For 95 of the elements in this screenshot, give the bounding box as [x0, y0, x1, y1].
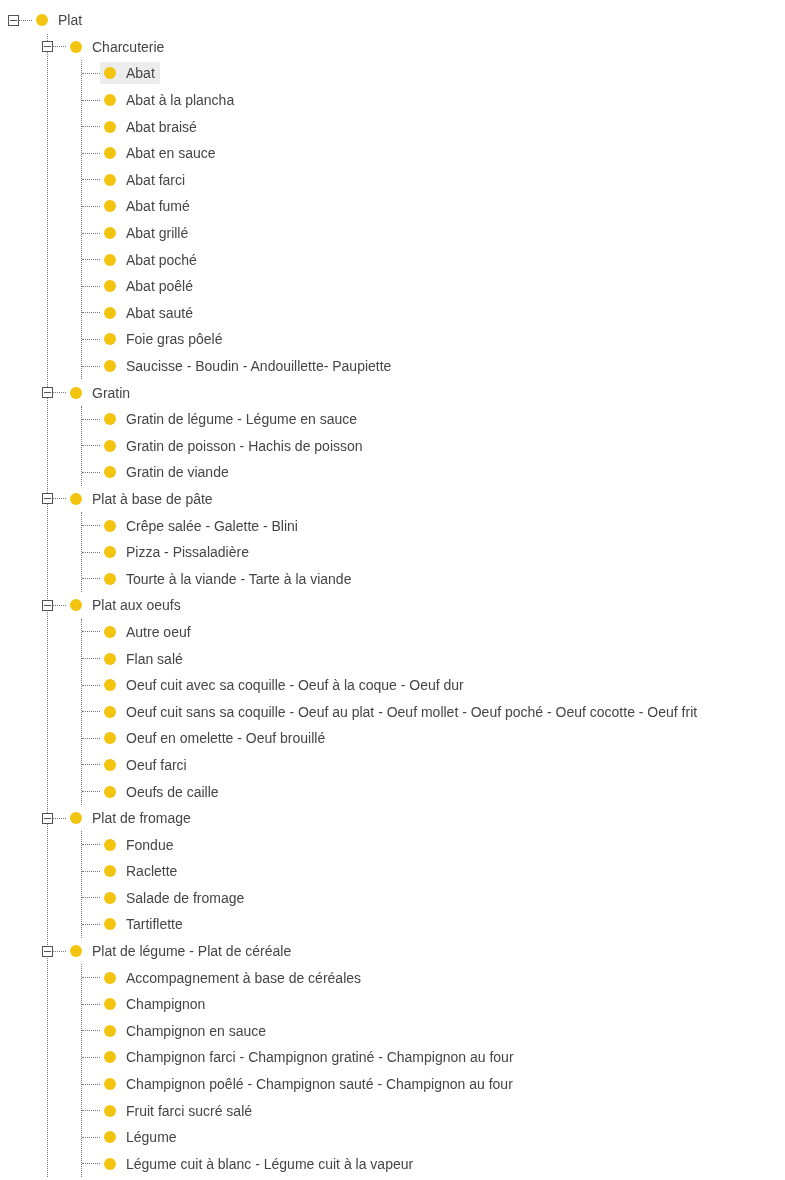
- dot-icon: [104, 227, 116, 240]
- dot-icon: [104, 439, 116, 452]
- dot-icon: [104, 306, 116, 319]
- dot-icon: [70, 386, 82, 399]
- collapse-toggle[interactable]: [42, 387, 53, 399]
- dot-icon: [104, 1078, 116, 1091]
- dot-icon: [104, 971, 116, 984]
- dot-icon: [104, 838, 116, 851]
- tree-item[interactable]: Champignon: [100, 993, 211, 1016]
- dot-icon: [104, 758, 116, 771]
- tree-item[interactable]: Abat: [100, 62, 160, 85]
- dot-icon: [70, 493, 82, 505]
- collapse-toggle[interactable]: [42, 41, 53, 53]
- tree-item[interactable]: Plat de fromage: [66, 807, 196, 830]
- tree-item[interactable]: Saucisse - Boudin - Andouillette- Paupiette: [100, 355, 397, 377]
- dot-icon: [104, 173, 116, 186]
- tree-item[interactable]: Crêpe salée - Galette - Blini: [100, 514, 303, 537]
- dot-icon: [104, 333, 116, 346]
- tree-item[interactable]: Tourte à la viande - Tarte à la viande: [100, 567, 357, 590]
- dot-icon: [104, 200, 116, 213]
- tree-item[interactable]: Oeuf cuit sans sa coquille - Oeuf au plat - Oeuf mollet - Oeuf poché - Oeuf cocotte - Oeuf frit: [100, 700, 703, 723]
- dot-icon: [104, 67, 116, 80]
- tree-item[interactable]: Abat poêlé: [100, 275, 198, 298]
- tree-item[interactable]: Flan salé: [100, 647, 188, 670]
- tree-item[interactable]: Abat en sauce: [100, 142, 221, 165]
- collapse-toggle[interactable]: [42, 945, 53, 957]
- dot-icon: [104, 360, 116, 372]
- dot-icon: [104, 732, 116, 745]
- dot-icon: [104, 280, 116, 293]
- tree-item[interactable]: Gratin de légume - Légume en sauce: [100, 408, 363, 431]
- tree-item[interactable]: Plat aux oeufs: [66, 594, 186, 617]
- tree-item[interactable]: Champignon farci - Champignon gratiné - Champignon au four: [100, 1046, 519, 1069]
- dot-icon: [104, 466, 116, 479]
- tree-item[interactable]: Fruit farci sucré salé: [100, 1099, 258, 1122]
- tree-item[interactable]: Plat à base de pâte: [66, 488, 218, 510]
- dot-icon: [104, 147, 116, 160]
- dot-icon: [104, 253, 116, 266]
- dot-icon: [104, 94, 116, 107]
- tree-item[interactable]: Oeuf farci: [100, 753, 192, 776]
- collapse-toggle[interactable]: [42, 812, 53, 824]
- tree-item[interactable]: Fondue: [100, 833, 179, 856]
- tree-item[interactable]: Oeufs de caille: [100, 780, 224, 803]
- dot-icon: [104, 1051, 116, 1064]
- dot-icon: [104, 891, 116, 904]
- tree-item[interactable]: Abat poché: [100, 248, 202, 271]
- dot-icon: [104, 519, 116, 532]
- dot-icon: [104, 785, 116, 798]
- tree-item[interactable]: Accompagnement à base de céréales: [100, 966, 367, 989]
- tree-item[interactable]: Charcuterie: [66, 35, 170, 58]
- tree-item[interactable]: Tartiflette: [100, 913, 188, 936]
- dot-icon: [104, 652, 116, 665]
- tree-item[interactable]: Abat braisé: [100, 115, 202, 138]
- dot-icon: [104, 572, 116, 585]
- tree-item[interactable]: Raclette: [100, 860, 183, 883]
- tree-item[interactable]: Légume: [100, 1126, 182, 1149]
- dot-icon: [104, 1131, 116, 1144]
- dot-icon: [104, 625, 116, 638]
- dot-icon: [104, 998, 116, 1011]
- dot-icon: [70, 945, 82, 958]
- tree-item[interactable]: Abat fumé: [100, 195, 195, 218]
- dot-icon: [104, 1104, 116, 1117]
- collapse-toggle[interactable]: [8, 14, 19, 26]
- tree-item[interactable]: Abat à la plancha: [100, 89, 240, 112]
- tree-item[interactable]: Gratin de poisson - Hachis de poisson: [100, 434, 368, 457]
- dot-icon: [104, 1157, 116, 1170]
- dot-icon: [70, 599, 82, 612]
- tree-item[interactable]: Autre oeuf: [100, 620, 196, 643]
- tree-item[interactable]: Abat grillé: [100, 222, 194, 245]
- tree-item[interactable]: Gratin: [66, 381, 136, 404]
- collapse-toggle[interactable]: [42, 599, 53, 611]
- tree-item[interactable]: Foie gras pôelé: [100, 328, 228, 351]
- tree-item[interactable]: Champignon en sauce: [100, 1019, 272, 1042]
- tree-item[interactable]: Champignon poêlé - Champignon sauté - Champignon au four: [100, 1073, 518, 1096]
- dot-icon: [70, 812, 82, 825]
- collapse-toggle[interactable]: [42, 493, 53, 505]
- tree-item[interactable]: Légume cuit à blanc - Légume cuit à la vapeur: [100, 1152, 419, 1175]
- dot-icon: [70, 40, 82, 53]
- tree-item[interactable]: Salade de fromage: [100, 886, 250, 909]
- dot-icon: [104, 918, 116, 931]
- tree-item[interactable]: Gratin de viande: [100, 461, 234, 484]
- dot-icon: [104, 413, 116, 426]
- tree-item[interactable]: Oeuf cuit avec sa coquille - Oeuf à la coque - Oeuf dur: [100, 674, 469, 697]
- tree-item[interactable]: Abat sauté: [100, 301, 198, 324]
- dot-icon: [104, 546, 116, 559]
- dot-icon: [104, 705, 116, 718]
- dot-icon: [104, 679, 116, 692]
- tree-item[interactable]: Plat: [32, 9, 88, 32]
- dot-icon: [36, 14, 48, 27]
- tree-item[interactable]: Plat de légume - Plat de céréale: [66, 940, 297, 963]
- tree-item[interactable]: Abat farci: [100, 168, 191, 191]
- dot-icon: [104, 865, 116, 878]
- tree-item[interactable]: Pizza - Pissaladière: [100, 541, 254, 564]
- dot-icon: [104, 1024, 116, 1037]
- tree-item[interactable]: Oeuf en omelette - Oeuf brouillé: [100, 727, 331, 750]
- dot-icon: [104, 120, 116, 133]
